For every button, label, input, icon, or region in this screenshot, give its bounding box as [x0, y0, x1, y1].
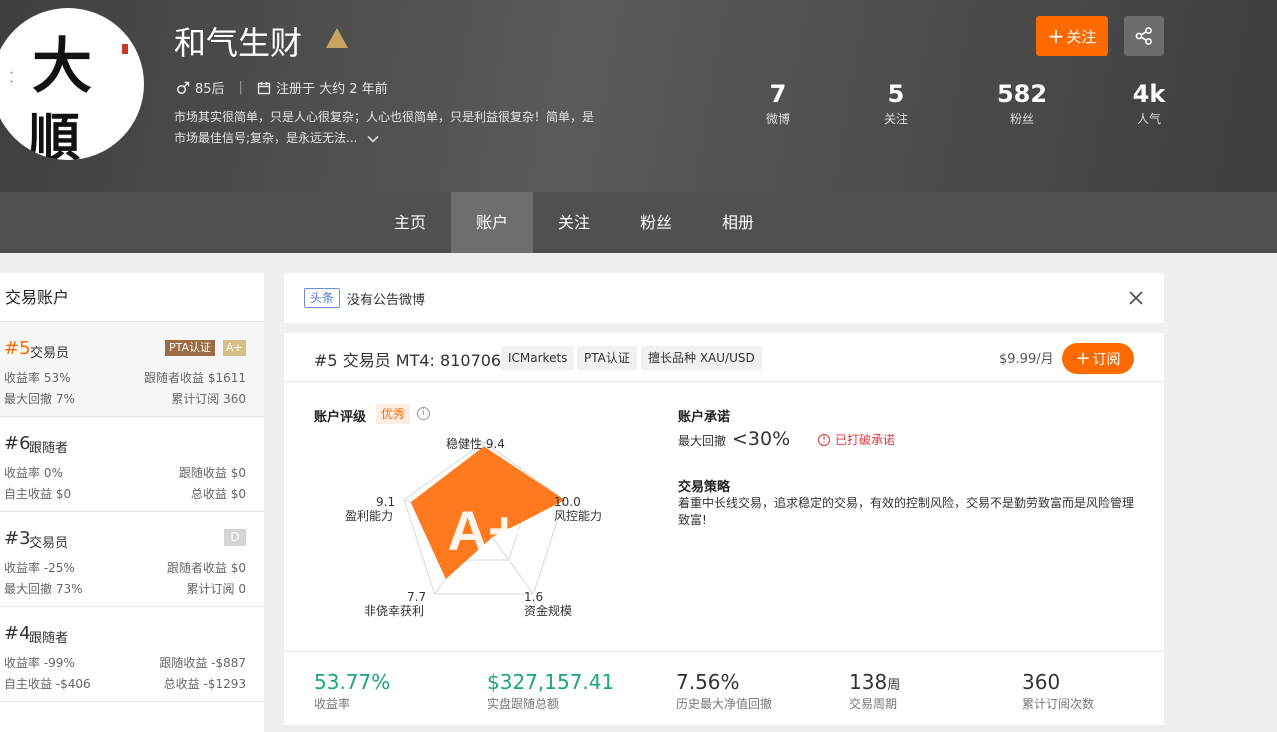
account-row: 收益率 53% 跟随者收益 $1611	[4, 371, 246, 385]
stat-weibo[interactable]: 7 微博	[738, 80, 818, 127]
subscribe-button[interactable]: + 订阅	[1062, 343, 1134, 374]
account-title: #5 交易员 MT4: 810706	[314, 351, 502, 370]
account-row: 自主收益 $0 总收益 $0	[4, 487, 246, 501]
user-name: 和气生财	[174, 24, 303, 62]
info-icon[interactable]: i	[417, 407, 430, 420]
tab-home[interactable]: 主页	[369, 192, 451, 253]
max-drawdown-promise: 最大回撤 <30%	[678, 428, 791, 450]
account-role: 交易员	[30, 346, 70, 361]
meta-divider: |	[238, 80, 243, 95]
stat-trade-period: 138周 交易周期	[849, 670, 901, 711]
calendar-icon	[257, 81, 271, 94]
plus-icon: +	[1047, 24, 1065, 48]
cert-chip: PTA认证	[577, 346, 637, 370]
strategy-text: 着重中长线交易，追求稳定的交易，有效的控制风险，交易不是勤劳致富而是风险管理致富…	[678, 496, 1135, 527]
radar-label-stability: 稳健性 9.4	[446, 437, 505, 451]
account-item[interactable]: #4 跟随者 收益率 -99% 跟随收益 -$887 自主收益 -$406 总收益 …	[0, 607, 264, 702]
account-item[interactable]: #6 跟随者 收益率 0% 跟随收益 $0 自主收益 $0 总收益 $0	[0, 417, 264, 512]
bio-line: 市场其实很简单，只是人心很复杂；人心也很简单，只是利益很复杂！简单，是	[174, 110, 595, 124]
share-icon	[1135, 27, 1152, 45]
account-row: 收益率 -99% 跟随收益 -$887	[4, 656, 246, 670]
radar-label-capital: 资金规模	[524, 604, 573, 618]
account-item[interactable]: #3 交易员 D 收益率 -25% 跟随者收益 $0 最大回撤 73% 累计订阅 0	[0, 512, 264, 607]
tab-album[interactable]: 相册	[697, 192, 779, 253]
stat-label: 关注	[883, 112, 908, 126]
plus-icon: +	[1075, 347, 1091, 369]
account-role: 跟随者	[29, 441, 69, 456]
profile-meta: 85后 | 注册于 大约 2 年前	[176, 78, 388, 97]
stat-label: 微博	[765, 112, 790, 126]
account-rank: #3	[4, 528, 31, 549]
pta-badge: PTA认证	[165, 340, 216, 356]
age-group: 85后	[195, 82, 225, 97]
stat-label: 粉丝	[1009, 112, 1034, 126]
rating-badge: 优秀	[376, 404, 411, 424]
stat-value: 5	[887, 80, 905, 108]
grade-badge: A+	[223, 340, 246, 356]
level-badge-icon	[326, 28, 348, 48]
subscription-price: $9.99/月	[999, 352, 1054, 367]
account-item[interactable]: #5 交易员 PTA认证 A+ 收益率 53% 跟随者收益 $1611 最大回撤 …	[0, 322, 264, 417]
radar-grade: A+	[447, 499, 520, 562]
stat-subscriptions: 360 累计订阅次数	[1022, 670, 1095, 711]
alert-icon: !	[818, 433, 830, 446]
grade-badge: D	[224, 529, 246, 546]
tab-following[interactable]: 关注	[533, 192, 615, 253]
stat-fans[interactable]: 582 粉丝	[982, 80, 1062, 127]
account-rank: #6	[4, 433, 31, 454]
account-row: 最大回撤 7% 累计订阅 360	[4, 392, 246, 406]
male-icon	[176, 81, 190, 94]
avatar-seal	[122, 44, 128, 54]
share-button[interactable]	[1124, 16, 1164, 56]
stat-value: 582	[996, 80, 1048, 108]
tab-account[interactable]: 账户	[451, 192, 533, 253]
account-rank: #5	[4, 338, 31, 359]
stat-following[interactable]: 5 关注	[856, 80, 936, 127]
stat-value: 4k	[1132, 80, 1166, 108]
panel-title: 交易账户	[0, 273, 264, 322]
follow-label: 关注	[1066, 27, 1097, 46]
account-row: 自主收益 -$406 总收益 -$1293	[4, 677, 246, 691]
stat-value: 7	[769, 80, 787, 108]
rating-title: 账户评级	[314, 410, 367, 425]
promise-title: 账户承诺	[678, 410, 731, 425]
account-rank: #4	[4, 623, 31, 644]
close-icon[interactable]	[1129, 291, 1143, 305]
subscribe-label: 订阅	[1092, 351, 1121, 368]
specialty-chip: 擅长品种 XAU/USD	[641, 346, 762, 370]
announcement-text: 没有公告微博	[347, 293, 426, 308]
headline-tag: 头条	[304, 288, 341, 308]
promise-status: ! 已打破承诺	[818, 431, 895, 448]
radar-label-risk: 风控能力	[554, 509, 603, 523]
account-role: 跟随者	[29, 631, 69, 646]
account-row: 收益率 -25% 跟随者收益 $0	[4, 561, 246, 575]
avatar-char-2: 順	[28, 108, 81, 160]
account-role: 交易员	[29, 536, 69, 551]
stat-follow-total: $327,157.41 实盘跟随总额	[487, 670, 615, 711]
account-detail-card: #5 交易员 MT4: 810706 ICMarkets PTA认证 擅长品种 …	[284, 333, 1164, 725]
announcement-bar: 头条 没有公告微博	[284, 273, 1164, 323]
account-row: 最大回撤 73% 累计订阅 0	[4, 582, 246, 596]
divider	[284, 651, 1164, 652]
trading-accounts-panel: 交易账户 #5 交易员 PTA认证 A+ 收益率 53% 跟随者收益 $1611 …	[0, 273, 264, 732]
stat-popularity: 4k 人气	[1109, 80, 1189, 127]
user-bio: 市场其实很简单，只是人心很复杂；人心也很简单，只是利益很复杂！简单，是 市场最佳…	[174, 107, 614, 149]
strategy-title: 交易策略	[678, 480, 731, 495]
broker-chip: ICMarkets	[501, 346, 575, 370]
avatar-calligraphy-mark: ・・	[5, 68, 15, 86]
stat-max-drawdown: 7.56% 历史最大净值回撤	[676, 670, 773, 711]
account-row: 收益率 0% 跟随收益 $0	[4, 466, 246, 480]
account-card-header: #5 交易员 MT4: 810706 ICMarkets PTA认证 擅长品种 …	[284, 333, 1164, 382]
chevron-down-icon[interactable]	[367, 134, 379, 144]
registered-time: 注册于 大约 2 年前	[275, 82, 388, 97]
stat-return: 53.77% 收益率	[314, 670, 391, 711]
avatar-char-1: 大	[32, 32, 92, 102]
tab-fans[interactable]: 粉丝	[615, 192, 697, 253]
stat-label: 人气	[1136, 112, 1161, 126]
radar-label-profit: 盈利能力	[345, 509, 394, 523]
bio-line: 市场最佳信号;复杂，是永远无法...	[174, 128, 614, 149]
follow-button[interactable]: + 关注	[1036, 16, 1108, 56]
radar-label-nonluck: 非侥幸获利	[364, 604, 425, 618]
